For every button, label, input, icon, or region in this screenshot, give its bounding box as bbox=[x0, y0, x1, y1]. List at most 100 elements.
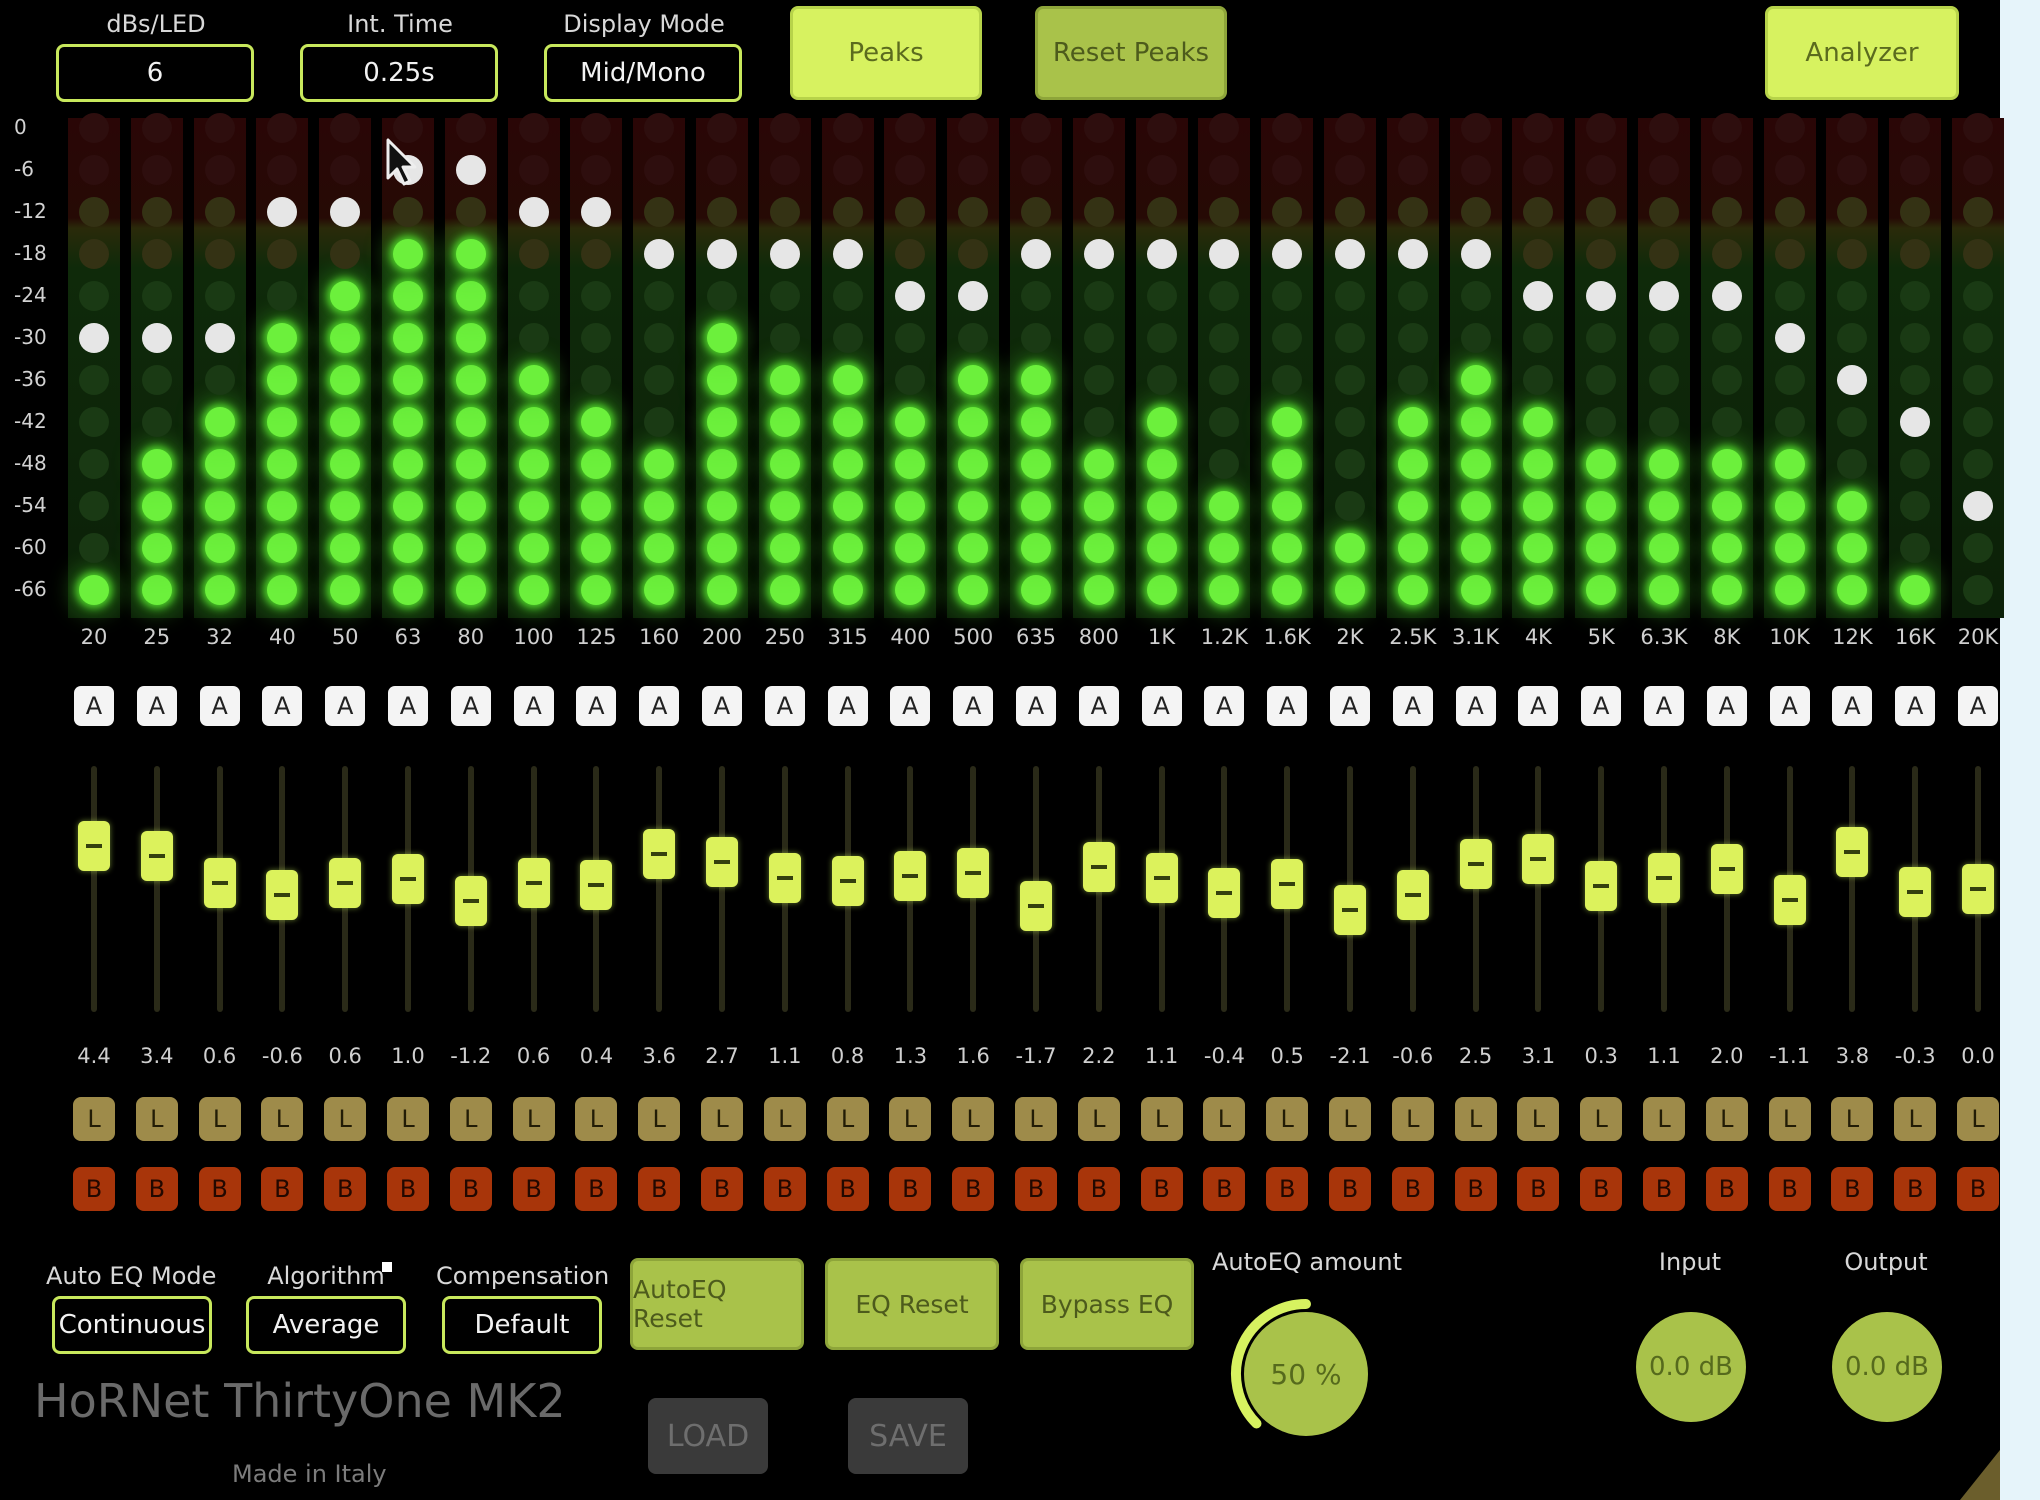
band-bypass-button[interactable]: B bbox=[1266, 1167, 1309, 1211]
band-bypass-button[interactable]: B bbox=[889, 1167, 932, 1211]
band-bypass-button[interactable]: B bbox=[701, 1167, 743, 1211]
band-auto-button[interactable]: A bbox=[827, 686, 868, 726]
band-auto-button[interactable]: A bbox=[576, 686, 617, 726]
band-listen-button[interactable]: L bbox=[261, 1097, 304, 1141]
band-listen-button[interactable]: L bbox=[1768, 1097, 1811, 1141]
band-listen-button[interactable]: L bbox=[1015, 1097, 1057, 1141]
band-auto-button[interactable]: A bbox=[1392, 686, 1433, 726]
band-listen-button[interactable]: L bbox=[575, 1097, 618, 1141]
band-listen-button[interactable]: L bbox=[952, 1097, 995, 1141]
auto-eq-mode-selector[interactable]: Continuous bbox=[52, 1296, 212, 1354]
band-bypass-button[interactable]: B bbox=[1517, 1167, 1560, 1211]
band-listen-button[interactable]: L bbox=[387, 1097, 429, 1141]
band-auto-button[interactable]: A bbox=[136, 686, 177, 726]
band-listen-button[interactable]: L bbox=[763, 1097, 806, 1141]
band-gain-slider-thumb[interactable] bbox=[1585, 861, 1618, 912]
int-time-selector[interactable]: 0.25s bbox=[300, 44, 498, 102]
band-bypass-button[interactable]: B bbox=[1768, 1167, 1811, 1211]
band-listen-button[interactable]: L bbox=[1140, 1097, 1183, 1141]
band-listen-button[interactable]: L bbox=[1831, 1097, 1874, 1141]
band-bypass-button[interactable]: B bbox=[324, 1167, 367, 1211]
band-auto-button[interactable]: A bbox=[1267, 686, 1308, 726]
band-gain-slider-thumb[interactable] bbox=[1208, 867, 1241, 918]
band-gain-slider-thumb[interactable] bbox=[1648, 853, 1680, 904]
band-gain-slider-thumb[interactable] bbox=[706, 837, 738, 888]
save-button[interactable]: SAVE bbox=[848, 1398, 968, 1474]
band-gain-slider-track[interactable] bbox=[91, 766, 97, 1012]
band-gain-slider-thumb[interactable] bbox=[1145, 853, 1178, 904]
reset-peaks-button[interactable]: Reset Peaks bbox=[1035, 6, 1227, 100]
band-bypass-button[interactable]: B bbox=[1831, 1167, 1874, 1211]
band-auto-button[interactable]: A bbox=[953, 686, 994, 726]
band-listen-button[interactable]: L bbox=[1203, 1097, 1246, 1141]
bypass-eq-button[interactable]: Bypass EQ bbox=[1020, 1258, 1194, 1350]
band-bypass-button[interactable]: B bbox=[826, 1167, 869, 1211]
band-auto-button[interactable]: A bbox=[1141, 686, 1182, 726]
band-gain-slider-thumb[interactable] bbox=[894, 851, 927, 902]
band-gain-slider-thumb[interactable] bbox=[1899, 866, 1932, 917]
band-auto-button[interactable]: A bbox=[199, 686, 240, 726]
band-auto-button[interactable]: A bbox=[702, 686, 742, 726]
peaks-button[interactable]: Peaks bbox=[790, 6, 982, 100]
band-gain-slider-thumb[interactable] bbox=[392, 854, 424, 905]
band-bypass-button[interactable]: B bbox=[1015, 1167, 1057, 1211]
band-gain-slider-thumb[interactable] bbox=[831, 856, 864, 907]
band-auto-button[interactable]: A bbox=[1078, 686, 1119, 726]
display-mode-selector[interactable]: Mid/Mono bbox=[544, 44, 742, 102]
band-gain-slider-track[interactable] bbox=[1849, 766, 1856, 1012]
band-bypass-button[interactable]: B bbox=[1203, 1167, 1246, 1211]
autoeq-reset-button[interactable]: AutoEQ Reset bbox=[630, 1258, 804, 1350]
band-bypass-button[interactable]: B bbox=[763, 1167, 806, 1211]
analyzer-button[interactable]: Analyzer bbox=[1765, 6, 1959, 100]
algorithm-selector[interactable]: Average bbox=[246, 1296, 406, 1354]
band-listen-button[interactable]: L bbox=[638, 1097, 681, 1141]
band-listen-button[interactable]: L bbox=[701, 1097, 743, 1141]
band-listen-button[interactable]: L bbox=[1077, 1097, 1120, 1141]
band-auto-button[interactable]: A bbox=[1518, 686, 1559, 726]
band-bypass-button[interactable]: B bbox=[1643, 1167, 1685, 1211]
band-bypass-button[interactable]: B bbox=[952, 1167, 995, 1211]
band-gain-slider-thumb[interactable] bbox=[266, 869, 299, 920]
eq-reset-button[interactable]: EQ Reset bbox=[825, 1258, 999, 1350]
band-gain-slider-thumb[interactable] bbox=[643, 828, 676, 879]
band-bypass-button[interactable]: B bbox=[1077, 1167, 1120, 1211]
band-listen-button[interactable]: L bbox=[1643, 1097, 1685, 1141]
band-listen-button[interactable]: L bbox=[512, 1097, 555, 1141]
compensation-selector[interactable]: Default bbox=[442, 1296, 602, 1354]
band-auto-button[interactable]: A bbox=[1204, 686, 1245, 726]
band-auto-button[interactable]: A bbox=[1958, 686, 1998, 726]
band-auto-button[interactable]: A bbox=[764, 686, 805, 726]
band-listen-button[interactable]: L bbox=[135, 1097, 178, 1141]
band-auto-button[interactable]: A bbox=[262, 686, 303, 726]
band-bypass-button[interactable]: B bbox=[1329, 1167, 1371, 1211]
band-listen-button[interactable]: L bbox=[1266, 1097, 1309, 1141]
band-auto-button[interactable]: A bbox=[890, 686, 931, 726]
band-bypass-button[interactable]: B bbox=[1454, 1167, 1497, 1211]
band-listen-button[interactable]: L bbox=[449, 1097, 492, 1141]
output-knob[interactable]: 0.0 dB bbox=[1832, 1312, 1942, 1422]
band-bypass-button[interactable]: B bbox=[1140, 1167, 1183, 1211]
band-listen-button[interactable]: L bbox=[1454, 1097, 1497, 1141]
band-bypass-button[interactable]: B bbox=[387, 1167, 429, 1211]
band-bypass-button[interactable]: B bbox=[638, 1167, 681, 1211]
band-bypass-button[interactable]: B bbox=[1391, 1167, 1434, 1211]
band-gain-slider-thumb[interactable] bbox=[1773, 874, 1806, 925]
band-auto-button[interactable]: A bbox=[1581, 686, 1622, 726]
band-auto-button[interactable]: A bbox=[388, 686, 428, 726]
band-gain-slider-thumb[interactable] bbox=[957, 848, 990, 899]
band-bypass-button[interactable]: B bbox=[449, 1167, 492, 1211]
band-auto-button[interactable]: A bbox=[325, 686, 366, 726]
band-auto-button[interactable]: A bbox=[1330, 686, 1370, 726]
band-auto-button[interactable]: A bbox=[513, 686, 554, 726]
band-auto-button[interactable]: A bbox=[1016, 686, 1056, 726]
band-gain-slider-thumb[interactable] bbox=[1710, 844, 1743, 895]
band-listen-button[interactable]: L bbox=[1391, 1097, 1434, 1141]
band-listen-button[interactable]: L bbox=[198, 1097, 241, 1141]
band-auto-button[interactable]: A bbox=[74, 686, 114, 726]
band-bypass-button[interactable]: B bbox=[198, 1167, 241, 1211]
load-button[interactable]: LOAD bbox=[648, 1398, 768, 1474]
band-gain-slider-thumb[interactable] bbox=[580, 860, 613, 911]
band-gain-slider-track[interactable] bbox=[719, 766, 725, 1012]
input-knob[interactable]: 0.0 dB bbox=[1636, 1312, 1746, 1422]
dbs-per-led-selector[interactable]: 6 bbox=[56, 44, 254, 102]
